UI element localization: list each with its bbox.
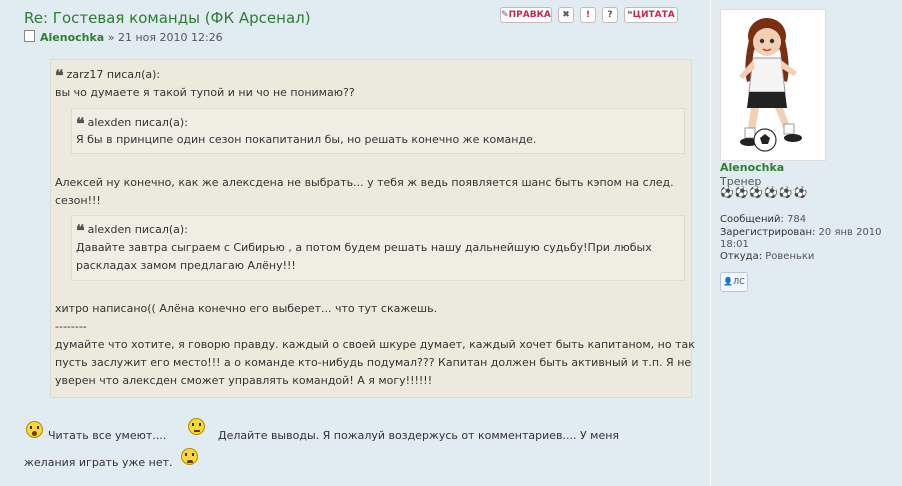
quote-paragraph-2: сезон!!! (55, 194, 101, 207)
report-icon: ! (585, 10, 591, 20)
quote-after-text: хитро написано(( Алёна конечно его выбер… (55, 302, 438, 315)
profile-posts: Сообщений: 784 (720, 214, 807, 225)
pencil-icon: ✎ (501, 10, 509, 20)
delete-icon: ✖ (562, 10, 570, 20)
avatar-figure-icon (739, 18, 802, 152)
blockquote-nested-2: ❝ alexden писал(а): Давайте завтра сыграе… (71, 215, 685, 281)
author-profile: Alenochka Тренер ⚽⚽⚽⚽⚽⚽ Сообщений: 784 З… (710, 0, 902, 486)
quote-cite: ❝ zarz17 писал(а): (55, 66, 161, 85)
quote-separator: -------- (55, 320, 87, 333)
reply-text-2: желания играть уже нет. (24, 456, 173, 469)
nested-quote-text: Я бы в принципе один сезон покапитанил б… (76, 133, 537, 146)
author-link[interactable]: Alenochka (40, 31, 104, 44)
post-date: » 21 ноя 2010 12:26 (107, 31, 223, 44)
quote-mark-icon: ❝ (76, 221, 85, 240)
info-icon: ? (607, 10, 613, 20)
quote-button[interactable]: ❝ЦИТАТА (624, 7, 678, 23)
quote-after-text-3: пусть заслужит его место!!! а о команде … (55, 356, 692, 369)
smiley-surprised-icon (26, 421, 43, 438)
post-file-icon (24, 30, 35, 42)
nested-quote-text: Давайте завтра сыграем с Сибирью , а пот… (76, 241, 652, 254)
pm-button[interactable]: 👤ЛС (720, 272, 748, 292)
quote-after-text-4: уверен что алексден сможет управлять ком… (55, 374, 433, 387)
quote-after-text-2: думайте что хотите, я говорю правду. каж… (55, 338, 695, 351)
smiley-thinking-icon (188, 418, 205, 435)
quote-mark-icon: ❝ (55, 66, 64, 85)
delete-button[interactable]: ✖ (558, 7, 574, 23)
info-button[interactable]: ? (602, 7, 618, 23)
quote-text: вы чо думаете я такой тупой и ни чо не п… (55, 86, 355, 99)
profile-location: Откуда: Ровеньки (720, 251, 815, 262)
post-author-line: Alenochka » 21 ноя 2010 12:26 (24, 30, 223, 44)
post-title[interactable]: Re: Гостевая команды (ФК Арсенал) (24, 9, 311, 27)
forum-post: Re: Гостевая команды (ФК Арсенал) ✎ПРАВК… (0, 0, 902, 486)
rank-stars-icon: ⚽⚽⚽⚽⚽⚽ (720, 186, 809, 199)
blockquote-nested-1: ❝ alexden писал(а): Я бы в принципе один … (71, 108, 685, 154)
profile-username[interactable]: Alenochka (720, 161, 784, 174)
nested-quote-cite: ❝ alexden писал(а): (76, 221, 188, 240)
user-avatar[interactable] (720, 9, 826, 161)
smiley-confused-icon (181, 448, 198, 465)
report-button[interactable]: ! (580, 7, 596, 23)
edit-button[interactable]: ✎ПРАВКА (500, 7, 552, 23)
quote-paragraph: Алексей ну конечно, как же алексдена не … (55, 176, 674, 189)
nested-quote-text-2: раскладах замом предлагаю Алёну!!! (76, 259, 296, 272)
reply-text-1b: Делайте выводы. Я пожалуй воздержусь от … (218, 429, 620, 442)
reply-text-1a: Читать все умеют.... (48, 429, 167, 442)
blockquote-outer: ❝ zarz17 писал(а): вы чо думаете я такой … (50, 59, 695, 398)
user-icon: 👤 (723, 277, 734, 286)
